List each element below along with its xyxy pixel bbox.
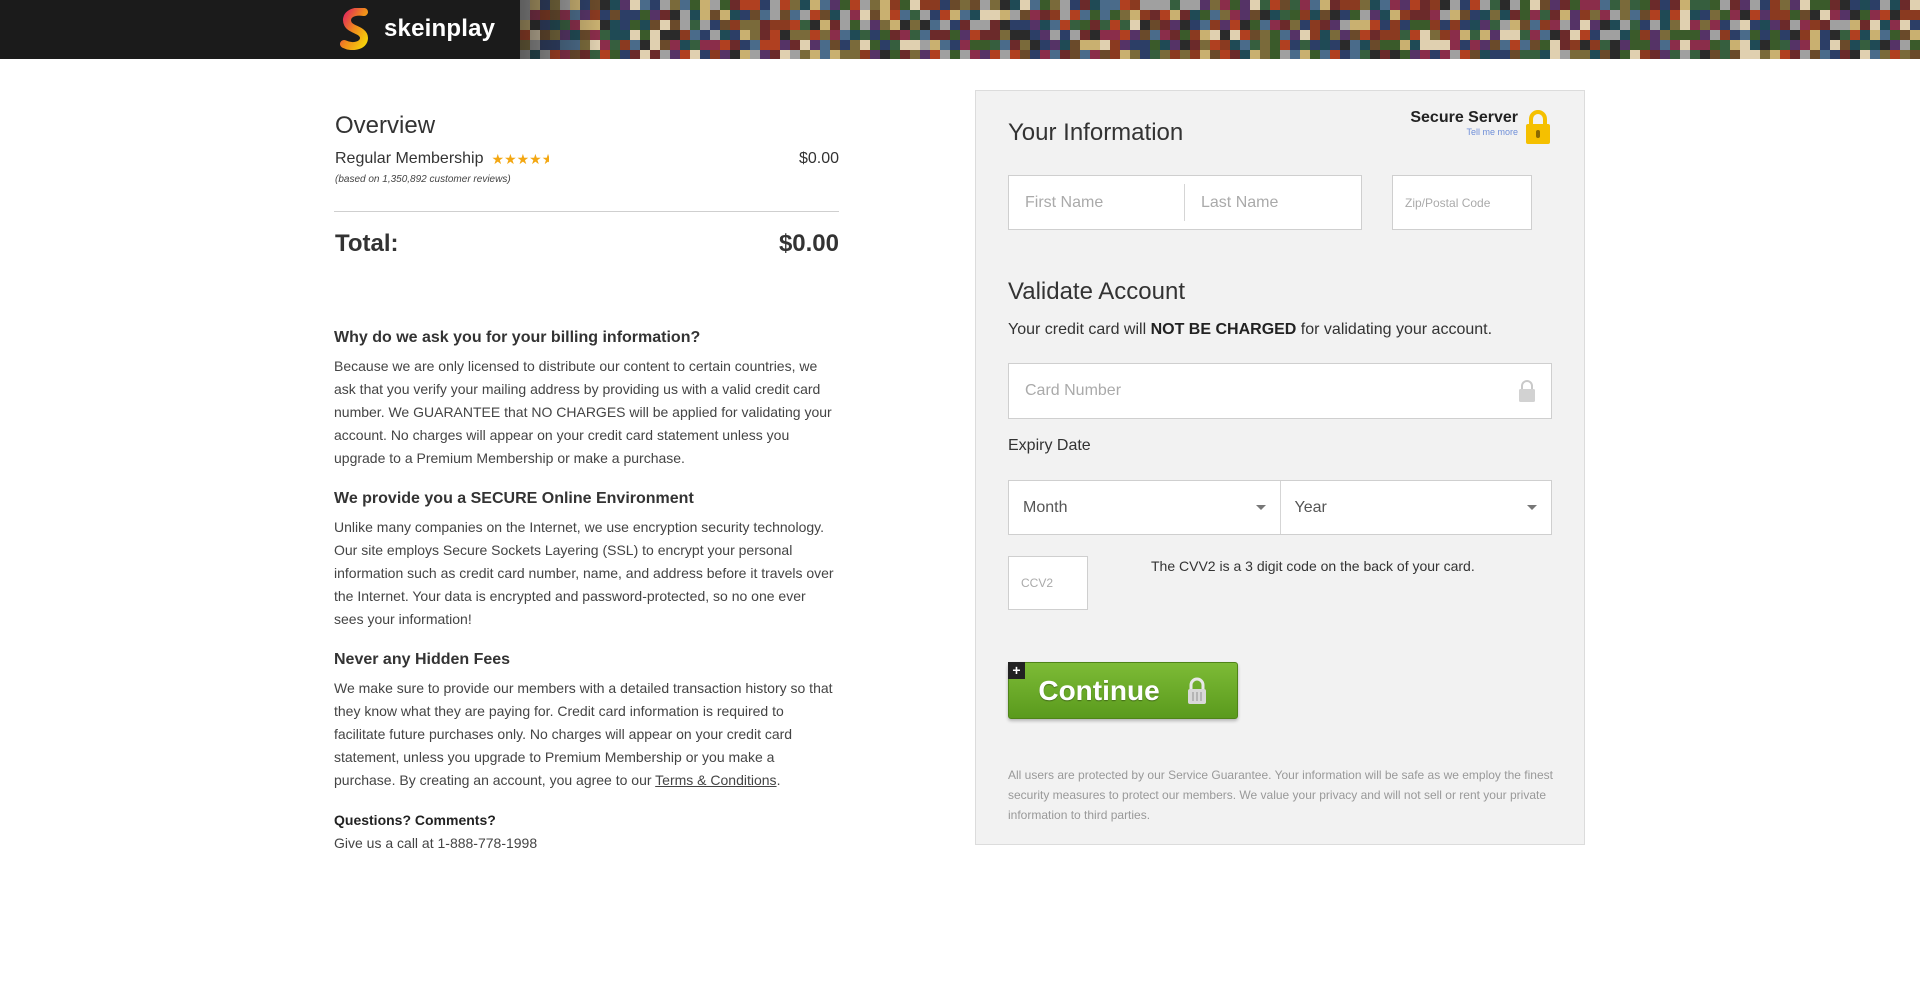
- secure-text: Unlike many companies on the Internet, w…: [334, 519, 834, 627]
- validate-note: Your credit card will NOT BE CHARGED for…: [1008, 321, 1492, 339]
- continue-button[interactable]: + Continue: [1008, 662, 1238, 719]
- expiry-selects: Month Year: [1008, 480, 1552, 535]
- card-number-input[interactable]: [1008, 363, 1552, 419]
- total-row: Total: $0.00: [334, 230, 839, 258]
- year-select[interactable]: Year: [1279, 481, 1552, 534]
- membership-label: Regular Membership: [335, 150, 484, 167]
- summary-divider: [334, 211, 839, 212]
- billing-info: Why do we ask you for your billing infor…: [334, 326, 839, 855]
- fees-paragraph: We make sure to provide our members with…: [334, 680, 833, 788]
- membership-price: $0.00: [798, 150, 839, 167]
- name-field-group: [1008, 175, 1362, 230]
- secure-heading: We provide you a SECURE Online Environme…: [334, 490, 694, 507]
- brand-logo[interactable]: skeinplay: [340, 8, 495, 50]
- ccv-input[interactable]: [1008, 556, 1088, 610]
- chevron-down-icon: [1527, 505, 1537, 510]
- rating-stars-icon: ★★★★★: [491, 150, 549, 167]
- secure-server-label: Secure Server: [1410, 109, 1518, 126]
- terms-link[interactable]: Terms & Conditions: [655, 772, 776, 788]
- total-label: Total:: [335, 230, 399, 257]
- questions-heading: Questions? Comments?: [334, 812, 496, 828]
- checkout-form-panel: Your Information Secure Server Tell me m…: [975, 90, 1585, 845]
- last-name-input[interactable]: [1185, 176, 1361, 229]
- fees-heading: Never any Hidden Fees: [334, 651, 511, 668]
- secure-server-badge: Secure Server Tell me more: [1398, 109, 1518, 137]
- month-select[interactable]: Month: [1009, 481, 1280, 534]
- membership-name: Regular Membership ★★★★★: [335, 150, 549, 168]
- total-value: $0.00: [778, 230, 839, 257]
- order-summary: Overview Regular Membership ★★★★★ $0.00 …: [334, 112, 839, 855]
- month-value: Month: [1023, 498, 1068, 516]
- chevron-down-icon: [1255, 505, 1266, 510]
- year-value: Year: [1294, 498, 1327, 516]
- validate-prefix: Your credit card will: [1008, 321, 1151, 338]
- plus-icon: +: [1008, 662, 1025, 679]
- overview-title: Overview: [335, 112, 436, 139]
- site-header: skeinplay: [0, 0, 1920, 59]
- questions-text: Give us a call at 1-888-778-1998: [334, 835, 538, 851]
- validate-account-title: Validate Account: [1008, 278, 1186, 305]
- validate-suffix: for validating your account.: [1296, 321, 1493, 338]
- validate-bold: NOT BE CHARGED: [1150, 321, 1297, 338]
- movie-poster-mosaic: [520, 0, 1920, 59]
- billing-heading: Why do we ask you for your billing infor…: [334, 329, 701, 346]
- button-lock-icon: [1187, 677, 1206, 704]
- skeinplay-logo-icon: [340, 8, 369, 50]
- first-name-input[interactable]: [1009, 176, 1183, 229]
- cvv-note: The CVV2 is a 3 digit code on the back o…: [1151, 558, 1475, 574]
- brand-name: skeinplay: [384, 15, 496, 42]
- card-lock-icon: [1519, 380, 1535, 402]
- zip-code-input[interactable]: [1392, 175, 1532, 230]
- your-information-title: Your Information: [1008, 119, 1184, 146]
- tell-me-more-link[interactable]: Tell me more: [1398, 127, 1518, 137]
- expiry-date-label: Expiry Date: [1008, 437, 1091, 454]
- membership-row: Regular Membership ★★★★★ $0.00: [334, 150, 839, 168]
- reviews-note: (based on 1,350,892 customer reviews): [335, 174, 511, 185]
- billing-text: Because we are only licensed to distribu…: [334, 358, 832, 466]
- service-guarantee-text: All users are protected by our Service G…: [1008, 768, 1553, 822]
- continue-label: Continue: [1038, 674, 1160, 706]
- padlock-icon: [1526, 110, 1550, 144]
